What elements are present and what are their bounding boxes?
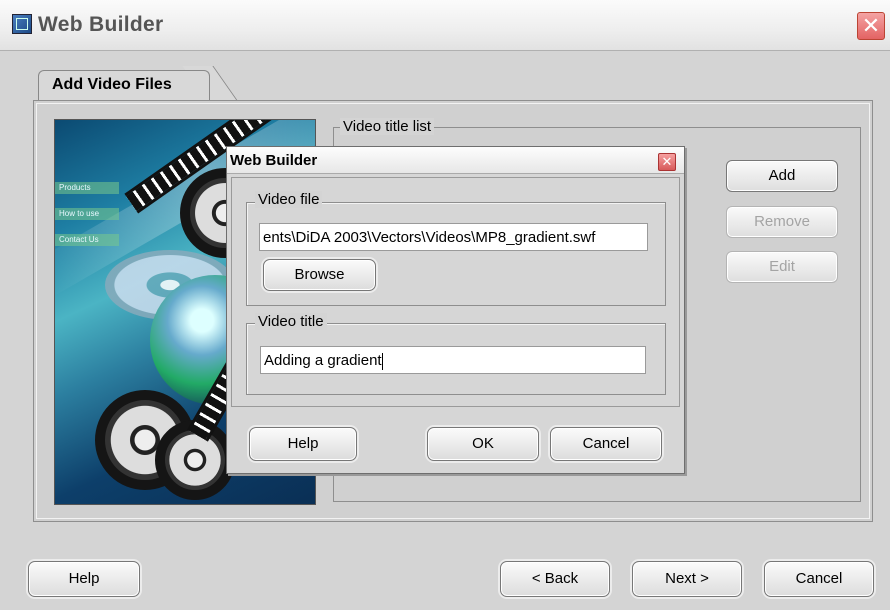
ok-button[interactable]: OK xyxy=(427,427,539,461)
back-button[interactable]: < Back xyxy=(500,561,610,597)
text-caret xyxy=(381,352,383,370)
window-titlebar: Web Builder ✕ xyxy=(0,0,890,51)
remove-button[interactable]: Remove xyxy=(726,206,838,238)
banner-menu-item: How to use xyxy=(55,208,119,220)
edit-button[interactable]: Edit xyxy=(726,251,838,283)
dialog-cancel-button[interactable]: Cancel xyxy=(550,427,662,461)
close-icon: ✕ xyxy=(661,154,673,169)
help-button[interactable]: Help xyxy=(28,561,140,597)
banner-menu-item: Products xyxy=(55,182,119,194)
banner-menu-item: Contact Us xyxy=(55,234,119,246)
dialog-close-button[interactable]: ✕ xyxy=(658,153,676,171)
video-title-value: Adding a gradient xyxy=(264,352,382,369)
window-title: Web Builder xyxy=(38,13,164,36)
dialog-title: Web Builder xyxy=(230,152,318,169)
video-title-list-label: Video title list xyxy=(340,118,435,135)
close-icon: ✕ xyxy=(861,13,881,38)
tab-label: Add Video Files xyxy=(52,76,172,93)
video-file-label: Video file xyxy=(255,191,323,208)
add-button[interactable]: Add xyxy=(726,160,838,192)
dialog-titlebar: Web Builder ✕ xyxy=(227,147,684,174)
dialog-help-button[interactable]: Help xyxy=(249,427,357,461)
video-file-input[interactable]: ents\DiDA 2003\Vectors\Videos\MP8_gradie… xyxy=(259,223,648,251)
next-button[interactable]: Next > xyxy=(632,561,742,597)
video-title-label: Video title xyxy=(255,313,327,330)
video-dialog: Web Builder ✕ Video file ents\DiDA 2003\… xyxy=(226,146,685,474)
video-list-scrollbar[interactable] xyxy=(683,190,697,470)
browse-button[interactable]: Browse xyxy=(263,259,376,291)
video-title-input[interactable]: Adding a gradient xyxy=(260,346,646,374)
app-icon xyxy=(12,14,32,34)
cancel-button[interactable]: Cancel xyxy=(764,561,874,597)
window-close-button[interactable]: ✕ xyxy=(857,12,885,40)
